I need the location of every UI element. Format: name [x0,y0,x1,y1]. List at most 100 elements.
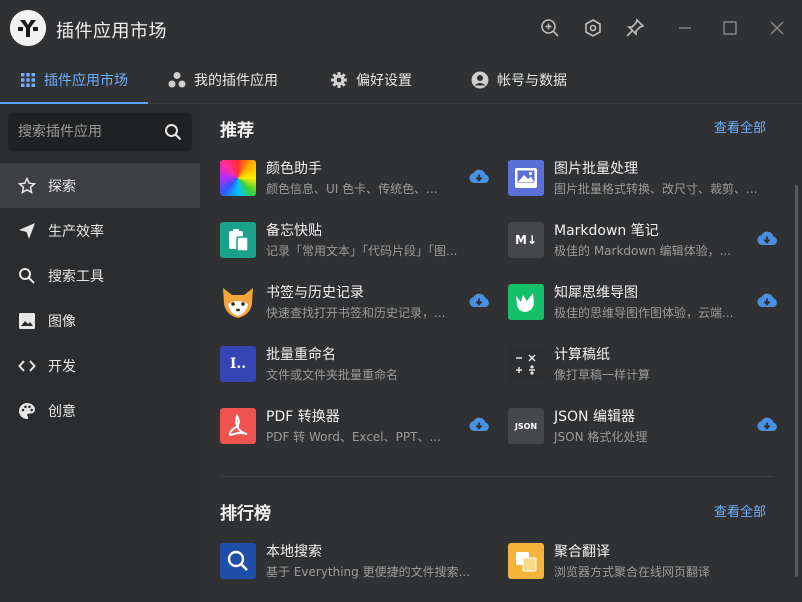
sidebar-item-label: 创意 [48,403,76,420]
plugin-desc: 图片批量格式转换、改尺寸、裁剪、... [554,182,758,196]
sidebar-item-creative[interactable]: 创意 [0,388,200,433]
tab-label: 插件应用市场 [44,73,128,89]
search-icon[interactable] [164,123,182,145]
zoom-icon[interactable] [537,15,563,41]
title-bar: 插件应用市场 [0,0,802,56]
tab-bar: 插件应用市场 我的插件应用 偏好设置 帐号与数据 [0,56,802,104]
cloud-download-icon[interactable] [756,292,778,314]
section-divider [220,476,773,477]
tab-label: 帐号与数据 [497,73,567,89]
tab-my-plugins[interactable]: 我的插件应用 [168,56,278,104]
sidebar: 探索 生产效率 搜索工具 图像 开发 创意 [0,104,200,602]
tab-account[interactable]: 帐号与数据 [471,56,567,104]
plugin-pdf-converter[interactable]: PDF 转换器 PDF 转 Word、Excel、PPT、... [220,406,490,446]
cloud-download-icon[interactable] [468,168,490,190]
plugin-name: Markdown 笔记 [554,223,659,239]
section-title-ranking: 排行榜 [220,504,271,524]
scrollbar[interactable] [795,185,798,577]
image-icon [18,312,36,330]
plugin-json-editor[interactable]: JSON JSON 编辑器 JSON 格式化处理 [508,406,778,446]
app-logo-icon [10,10,46,46]
close-icon[interactable] [764,15,790,41]
json-icon: JSON [508,408,544,444]
plugin-mindmap[interactable]: 知犀思维导图 极佳的思维导图作图体验，云端... [508,282,778,322]
main-content: 推荐 查看全部 颜色助手 颜色信息、UI 色卡、传统色、... 图片批量处理 图… [200,104,802,602]
plugin-name: 知犀思维导图 [554,285,638,301]
color-wheel-icon [220,160,256,196]
cloud-download-icon[interactable] [756,416,778,438]
plugin-name: 计算稿纸 [554,347,610,363]
rename-icon: I.. [220,346,256,382]
clipboard-icon [220,222,256,258]
tab-label: 偏好设置 [356,73,412,89]
plugin-batch-rename[interactable]: I.. 批量重命名 文件或文件夹批量重命名 [220,344,490,384]
sidebar-item-label: 开发 [48,358,76,375]
tab-label: 我的插件应用 [194,73,278,89]
plugin-name: 聚合翻译 [554,544,610,560]
sidebar-item-productivity[interactable]: 生产效率 [0,208,200,253]
plugin-color-helper[interactable]: 颜色助手 颜色信息、UI 色卡、传统色、... [220,158,490,198]
hexagon-settings-icon[interactable] [580,15,606,41]
sidebar-item-explore[interactable]: 探索 [0,163,200,208]
plugin-desc: 快速查找打开书签和历史记录，... [266,306,446,320]
sidebar-item-label: 图像 [48,313,76,330]
search-icon [18,267,36,285]
sidebar-item-develop[interactable]: 开发 [0,343,200,388]
markdown-icon-text: M↓ [515,233,537,247]
app-title: 插件应用市场 [56,21,167,42]
star-icon [18,176,36,195]
plugin-name: 本地搜索 [266,544,322,560]
plugin-name: JSON 编辑器 [554,409,635,425]
plugin-name: 批量重命名 [266,347,336,363]
sidebar-item-image[interactable]: 图像 [0,298,200,343]
rhino-icon [508,284,544,320]
plugin-name: PDF 转换器 [266,409,340,425]
plugin-desc: PDF 转 Word、Excel、PPT、... [266,430,441,444]
plugin-desc: 极佳的 Markdown 编辑体验，... [554,244,732,258]
view-all-ranking-link[interactable]: 查看全部 [714,501,766,520]
tab-preferences[interactable]: 偏好设置 [330,56,412,104]
plugin-memo-paste[interactable]: 备忘快贴 记录「常用文本」「代码片段」「图... [220,220,490,260]
fox-icon [220,284,256,320]
rename-icon-text: I.. [229,356,247,372]
plugin-desc: 文件或文件夹批量重命名 [266,368,399,382]
pin-icon[interactable] [622,15,648,41]
account-icon [471,71,489,89]
plugin-desc: 记录「常用文本」「代码片段」「图... [266,244,458,258]
minimize-icon[interactable] [672,15,698,41]
search-box [8,113,192,151]
send-icon [18,222,36,240]
sidebar-item-label: 探索 [48,178,76,195]
sidebar-item-label: 搜索工具 [48,268,104,285]
code-icon [18,357,36,375]
cloud-download-icon[interactable] [756,230,778,252]
cloud-download-icon[interactable] [468,292,490,314]
plugin-markdown-notes[interactable]: M↓ Markdown 笔记 极佳的 Markdown 编辑体验，... [508,220,778,260]
plugin-desc: 像打草稿一样计算 [554,368,651,382]
local-search-icon [220,543,256,579]
plugin-desc: 基于 Everything 更便捷的文件搜索... [266,565,471,579]
plugin-name: 图片批量处理 [554,161,638,177]
plugin-name: 颜色助手 [266,161,322,177]
cloud-download-icon[interactable] [468,416,490,438]
maximize-icon[interactable] [717,15,743,41]
apps-icon [168,71,186,89]
view-all-recommend-link[interactable]: 查看全部 [714,117,766,136]
sidebar-item-label: 生产效率 [48,223,104,240]
json-icon-text: JSON [514,421,538,431]
markdown-icon: M↓ [508,222,544,258]
plugin-local-search[interactable]: 本地搜索 基于 Everything 更便捷的文件搜索... [220,541,490,581]
section-title-recommend: 推荐 [220,121,254,141]
sidebar-item-search-tools[interactable]: 搜索工具 [0,253,200,298]
plugin-name: 备忘快贴 [266,223,322,239]
plugin-calculator-paper[interactable]: 计算稿纸 像打草稿一样计算 [508,344,778,384]
plugin-desc: 浏览器方式聚合在线网页翻译 [554,565,711,579]
tab-plugin-market[interactable]: 插件应用市场 [20,56,128,104]
pdf-icon [220,408,256,444]
plugin-aggregate-translate[interactable]: 聚合翻译 浏览器方式聚合在线网页翻译 [508,541,778,581]
palette-icon [18,402,36,420]
plugin-image-batch[interactable]: 图片批量处理 图片批量格式转换、改尺寸、裁剪、... [508,158,778,198]
plugin-desc: 颜色信息、UI 色卡、传统色、... [266,182,438,196]
plugin-bookmarks-history[interactable]: 书签与历史记录 快速查找打开书签和历史记录，... [220,282,490,322]
search-input[interactable] [8,113,158,151]
